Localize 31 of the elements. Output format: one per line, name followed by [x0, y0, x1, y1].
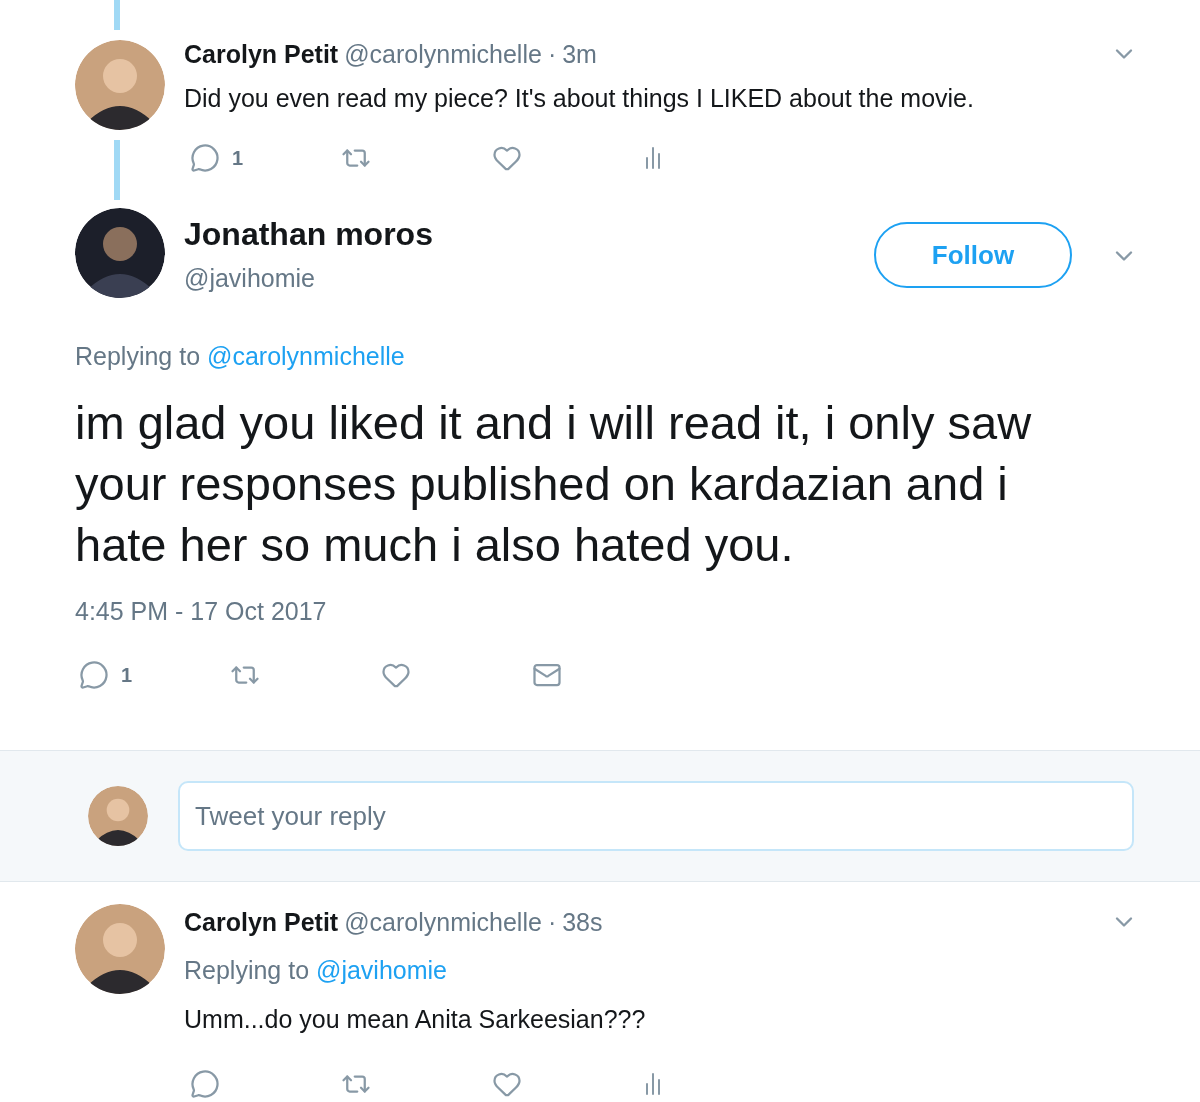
avatar[interactable]: [75, 208, 165, 298]
tweet-time[interactable]: 3m: [562, 36, 597, 74]
author-name[interactable]: Carolyn Petit: [184, 904, 339, 942]
reply-input[interactable]: Tweet your reply: [178, 781, 1134, 851]
reply-count: 1: [232, 146, 244, 171]
reply-count: 1: [121, 663, 133, 688]
reply-icon[interactable]: [190, 1068, 220, 1099]
tweet-timestamp[interactable]: 4:45 PM - 17 Oct 2017: [75, 592, 327, 630]
author-handle[interactable]: @carolynmichelle: [344, 904, 542, 942]
avatar[interactable]: [75, 40, 165, 130]
tweet-time[interactable]: 38s: [562, 904, 603, 942]
reply-icon[interactable]: [79, 660, 109, 690]
separator-dot: ·: [547, 907, 557, 938]
bar-chart-icon[interactable]: [643, 145, 663, 171]
replying-to: Replying to @carolynmichelle: [75, 341, 406, 372]
avatar[interactable]: [75, 904, 165, 994]
author-name[interactable]: Jonathan moros: [184, 214, 433, 254]
follow-button[interactable]: Follow: [874, 222, 1072, 288]
replying-to: Replying to @javihomie: [184, 954, 448, 986]
bar-chart-icon[interactable]: [643, 1070, 663, 1097]
author-name[interactable]: Carolyn Petit: [184, 36, 339, 74]
mention-link[interactable]: @carolynmichelle: [207, 342, 405, 370]
avatar[interactable]: [88, 786, 148, 846]
author-handle[interactable]: @javihomie: [184, 260, 315, 298]
separator-dot: ·: [547, 39, 557, 70]
mention-link[interactable]: @javihomie: [316, 955, 447, 984]
tweet-text: im glad you liked it and i will read it, i only saw your responses published on kardazian and i hate her so much i also hated you.: [75, 394, 1033, 573]
author-handle[interactable]: @carolynmichelle: [344, 36, 542, 74]
tweet-text: Umm...do you mean Anita Sarkeesian???: [184, 1004, 647, 1035]
tweet-text: Did you even read my piece? It's about things I LIKED about the movie.: [184, 82, 975, 114]
reply-icon[interactable]: [190, 143, 220, 173]
